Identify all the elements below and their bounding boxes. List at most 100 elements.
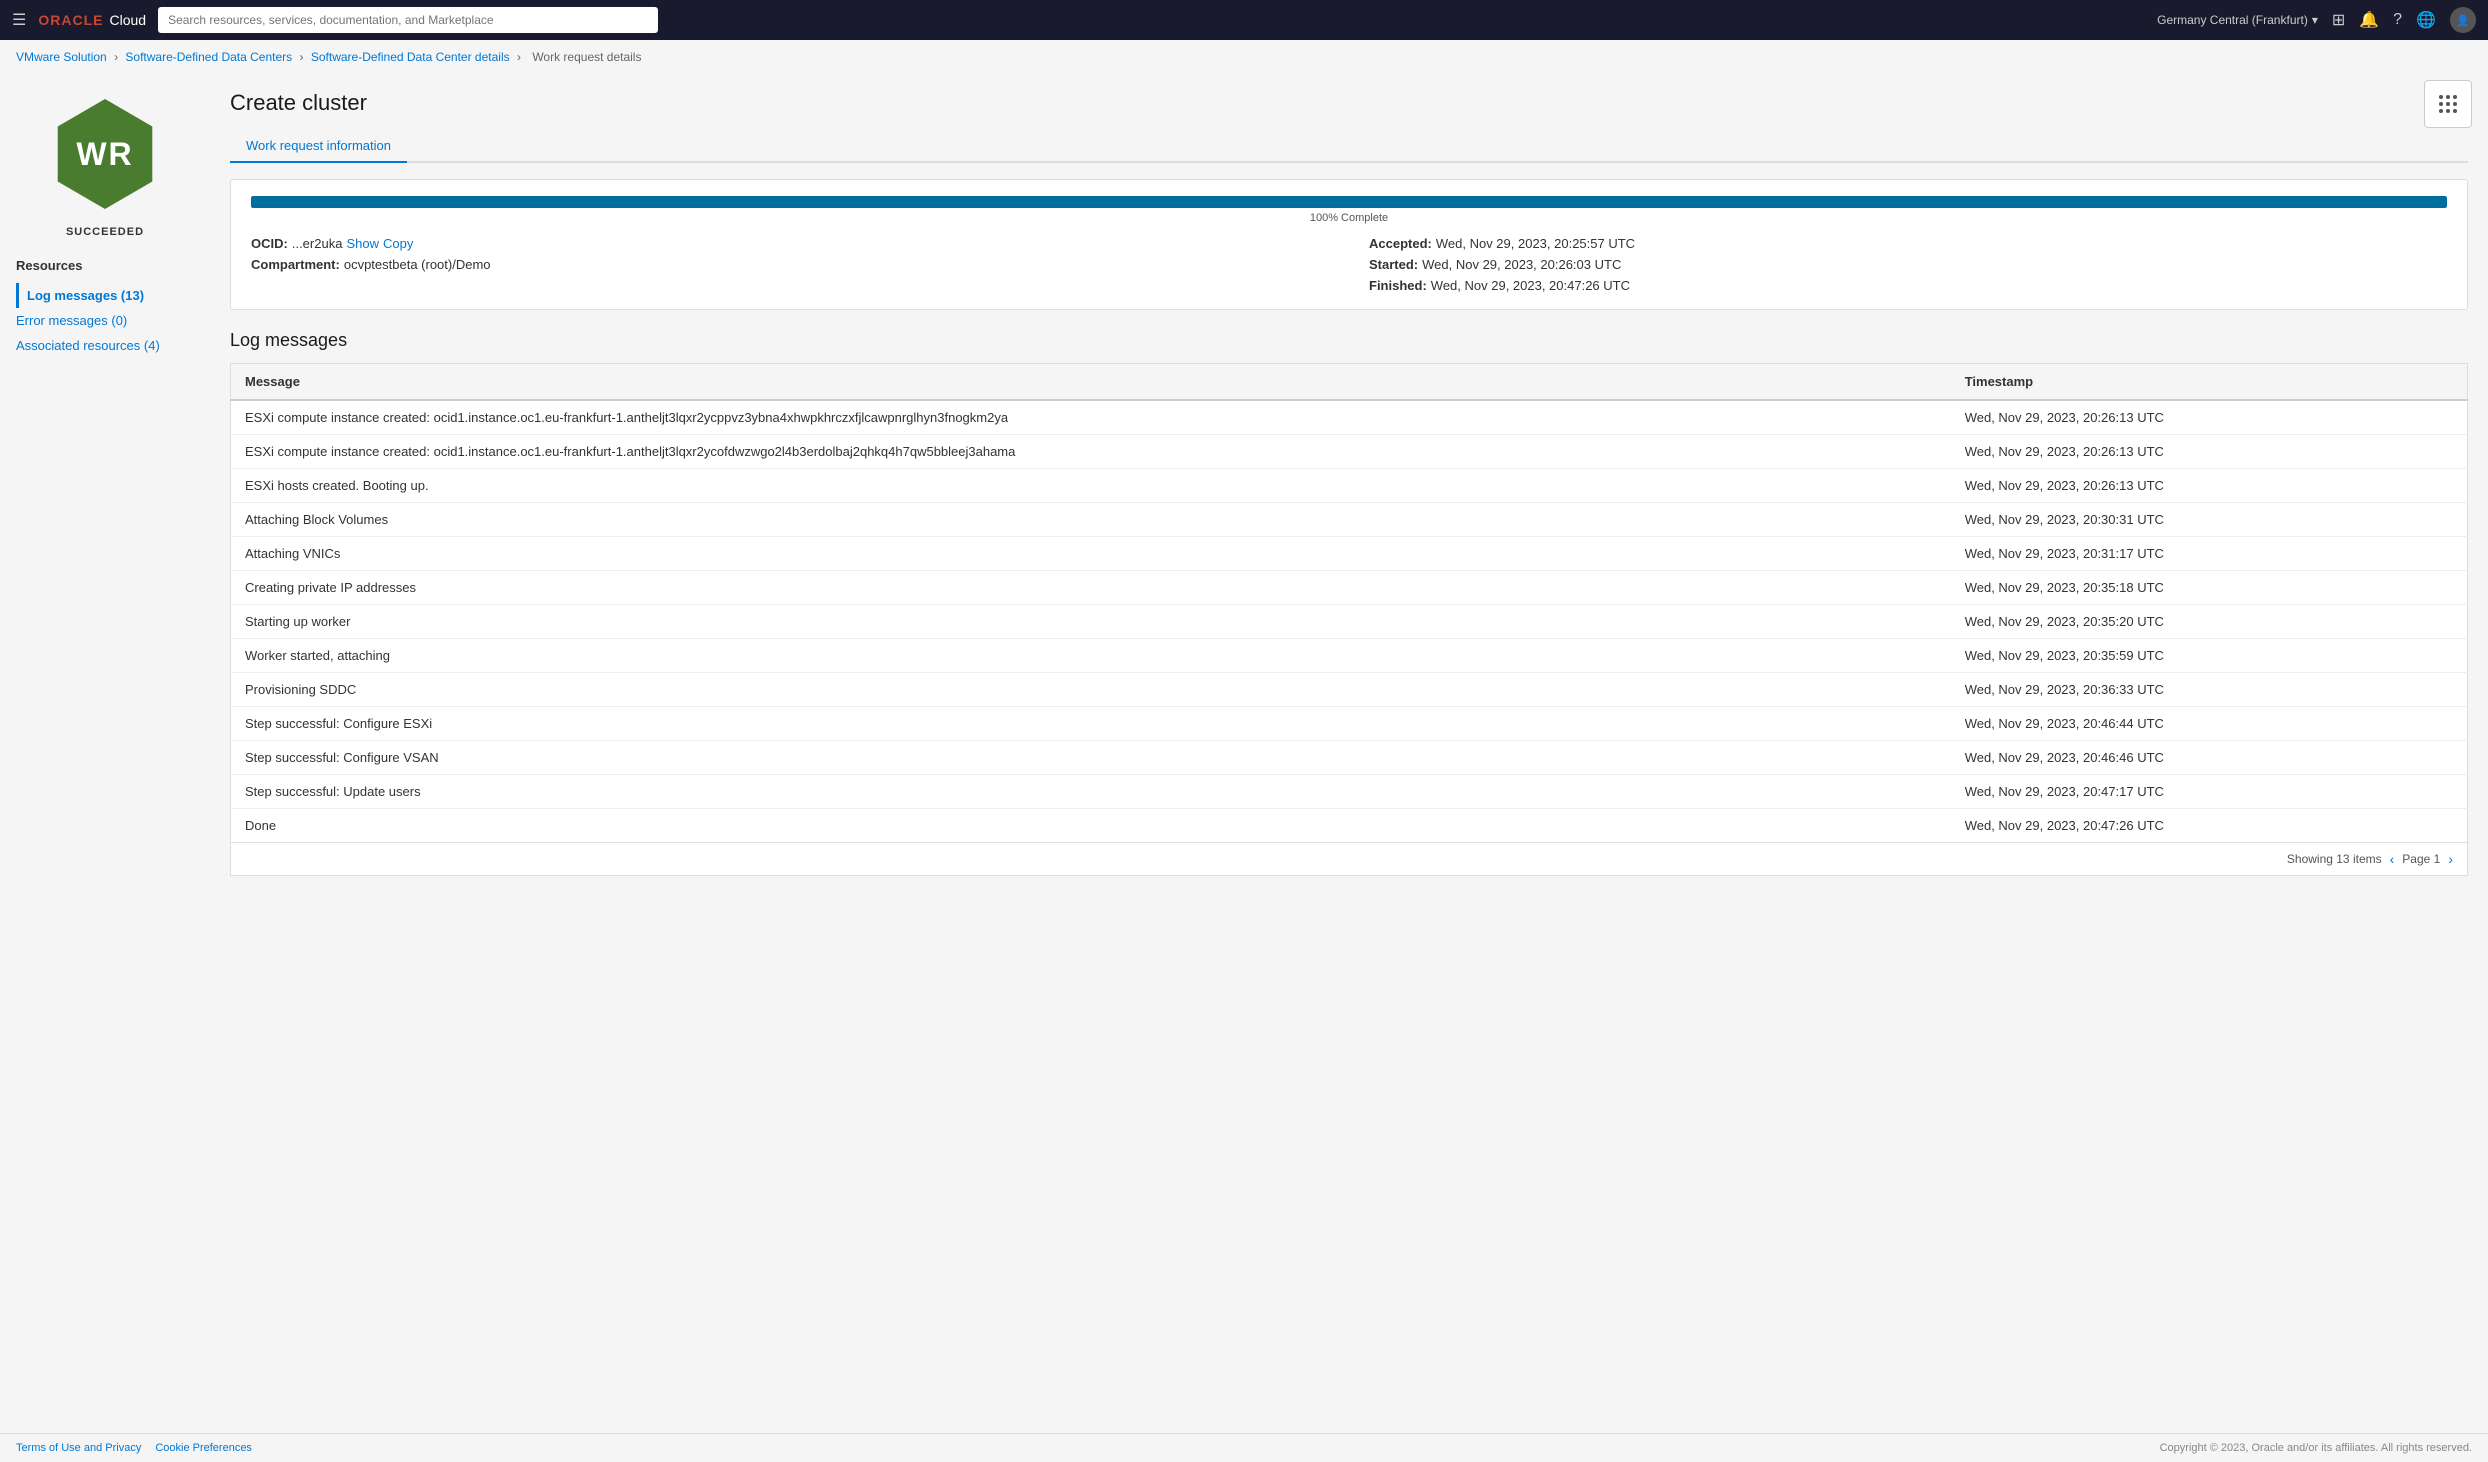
- cloud-text: Cloud: [109, 12, 146, 28]
- hamburger-icon[interactable]: ☰: [12, 10, 26, 30]
- timestamp-cell: Wed, Nov 29, 2023, 20:31:17 UTC: [1951, 537, 2468, 571]
- table-row: Done Wed, Nov 29, 2023, 20:47:26 UTC: [231, 809, 2468, 843]
- breadcrumb-sep-2: ›: [300, 50, 307, 64]
- bell-icon[interactable]: 🔔: [2359, 10, 2379, 30]
- log-messages-link[interactable]: Log messages (13): [27, 288, 144, 303]
- breadcrumb: VMware Solution › Software-Defined Data …: [0, 40, 2488, 74]
- footer-copyright: Copyright © 2023, Oracle and/or its affi…: [2160, 1442, 2472, 1454]
- dot-4: [2439, 102, 2443, 106]
- timestamp-cell: Wed, Nov 29, 2023, 20:26:13 UTC: [1951, 435, 2468, 469]
- timestamp-cell: Wed, Nov 29, 2023, 20:47:26 UTC: [1951, 809, 2468, 843]
- tab-work-request-info[interactable]: Work request information: [230, 130, 407, 163]
- page-footer: Terms of Use and Privacy Cookie Preferen…: [0, 1433, 2488, 1462]
- timestamp-cell: Wed, Nov 29, 2023, 20:36:33 UTC: [1951, 673, 2468, 707]
- status-badge: SUCCEEDED: [66, 226, 144, 238]
- oracle-logo: ORACLE Cloud: [38, 12, 146, 28]
- started-label: Started:: [1369, 257, 1418, 272]
- table-row: Step successful: Configure VSAN Wed, Nov…: [231, 741, 2468, 775]
- table-footer: Showing 13 items ‹ Page 1 ›: [230, 843, 2468, 876]
- timestamp-cell: Wed, Nov 29, 2023, 20:35:20 UTC: [1951, 605, 2468, 639]
- dot-9: [2453, 109, 2457, 113]
- dot-6: [2453, 102, 2457, 106]
- page-title: Create cluster: [230, 90, 2468, 116]
- finished-row: Finished: Wed, Nov 29, 2023, 20:47:26 UT…: [1369, 278, 2447, 293]
- message-cell: Provisioning SDDC: [231, 673, 1951, 707]
- footer-links: Terms of Use and Privacy Cookie Preferen…: [16, 1442, 252, 1454]
- dot-5: [2446, 102, 2450, 106]
- prev-page-button[interactable]: ‹: [2390, 851, 2395, 867]
- ocid-value: ...er2uka: [292, 236, 343, 251]
- timestamp-cell: Wed, Nov 29, 2023, 20:26:13 UTC: [1951, 469, 2468, 503]
- breadcrumb-sddc-list[interactable]: Software-Defined Data Centers: [125, 50, 292, 64]
- dot-3: [2453, 95, 2457, 99]
- hexagon-wrap: WR: [45, 94, 165, 214]
- breadcrumb-sep-1: ›: [114, 50, 121, 64]
- message-cell: ESXi compute instance created: ocid1.ins…: [231, 400, 1951, 435]
- error-messages-link[interactable]: Error messages (0): [16, 313, 127, 328]
- dots-grid: [2439, 95, 2458, 114]
- help-widget[interactable]: [2424, 80, 2472, 128]
- ocid-show-link[interactable]: Show: [346, 236, 379, 251]
- message-cell: Creating private IP addresses: [231, 571, 1951, 605]
- hexagon-label: WR: [76, 136, 133, 173]
- sidebar-item-error-messages[interactable]: Error messages (0): [16, 308, 194, 333]
- region-selector[interactable]: Germany Central (Frankfurt) ▾: [2157, 13, 2318, 27]
- table-row: Provisioning SDDC Wed, Nov 29, 2023, 20:…: [231, 673, 2468, 707]
- grid-icon[interactable]: ⊞: [2332, 10, 2345, 30]
- finished-label: Finished:: [1369, 278, 1427, 293]
- timestamp-cell: Wed, Nov 29, 2023, 20:35:59 UTC: [1951, 639, 2468, 673]
- breadcrumb-vmware[interactable]: VMware Solution: [16, 50, 107, 64]
- table-row: Starting up worker Wed, Nov 29, 2023, 20…: [231, 605, 2468, 639]
- table-row: Worker started, attaching Wed, Nov 29, 2…: [231, 639, 2468, 673]
- sidebar-item-log-messages[interactable]: Log messages (13): [16, 283, 194, 308]
- finished-value: Wed, Nov 29, 2023, 20:47:26 UTC: [1431, 278, 1630, 293]
- breadcrumb-sddc-detail[interactable]: Software-Defined Data Center details: [311, 50, 510, 64]
- avatar[interactable]: 👤: [2450, 7, 2476, 33]
- search-input[interactable]: [158, 7, 658, 33]
- sidebar-nav: Log messages (13) Error messages (0) Ass…: [16, 283, 194, 358]
- ocid-row: OCID: ...er2uka Show Copy: [251, 236, 1329, 251]
- dot-2: [2446, 95, 2450, 99]
- accepted-label: Accepted:: [1369, 236, 1432, 251]
- info-card: 100% Complete OCID: ...er2uka Show Copy …: [230, 179, 2468, 310]
- message-cell: Attaching Block Volumes: [231, 503, 1951, 537]
- sidebar: WR SUCCEEDED Resources Log messages (13)…: [0, 74, 210, 1433]
- accepted-row: Accepted: Wed, Nov 29, 2023, 20:25:57 UT…: [1369, 236, 2447, 251]
- message-cell: ESXi compute instance created: ocid1.ins…: [231, 435, 1951, 469]
- sidebar-item-associated-resources[interactable]: Associated resources (4): [16, 333, 194, 358]
- message-cell: Step successful: Configure ESXi: [231, 707, 1951, 741]
- ocid-copy-link[interactable]: Copy: [383, 236, 413, 251]
- table-row: Step successful: Configure ESXi Wed, Nov…: [231, 707, 2468, 741]
- table-row: ESXi compute instance created: ocid1.ins…: [231, 400, 2468, 435]
- showing-items: Showing 13 items: [2287, 852, 2382, 866]
- message-cell: Done: [231, 809, 1951, 843]
- dot-8: [2446, 109, 2450, 113]
- nav-right: Germany Central (Frankfurt) ▾ ⊞ 🔔 ? 🌐 👤: [2157, 7, 2476, 33]
- timestamp-cell: Wed, Nov 29, 2023, 20:35:18 UTC: [1951, 571, 2468, 605]
- chevron-down-icon: ▾: [2312, 13, 2318, 27]
- content-area: Create cluster Work request information …: [210, 74, 2488, 1433]
- dot-7: [2439, 109, 2443, 113]
- table-row: Step successful: Update users Wed, Nov 2…: [231, 775, 2468, 809]
- timestamp-cell: Wed, Nov 29, 2023, 20:46:46 UTC: [1951, 741, 2468, 775]
- next-page-button[interactable]: ›: [2448, 851, 2453, 867]
- message-cell: Attaching VNICs: [231, 537, 1951, 571]
- terms-link[interactable]: Terms of Use and Privacy: [16, 1442, 141, 1454]
- info-grid: OCID: ...er2uka Show Copy Accepted: Wed,…: [251, 236, 2447, 293]
- timestamp-cell: Wed, Nov 29, 2023, 20:26:13 UTC: [1951, 400, 2468, 435]
- associated-resources-link[interactable]: Associated resources (4): [16, 338, 160, 353]
- globe-icon[interactable]: 🌐: [2416, 10, 2436, 30]
- breadcrumb-sep-3: ›: [517, 50, 524, 64]
- table-row: Attaching Block Volumes Wed, Nov 29, 202…: [231, 503, 2468, 537]
- timestamp-cell: Wed, Nov 29, 2023, 20:46:44 UTC: [1951, 707, 2468, 741]
- breadcrumb-current: Work request details: [532, 50, 641, 64]
- accepted-value: Wed, Nov 29, 2023, 20:25:57 UTC: [1436, 236, 1635, 251]
- ocid-label: OCID:: [251, 236, 288, 251]
- table-row: ESXi hosts created. Booting up. Wed, Nov…: [231, 469, 2468, 503]
- cookie-link[interactable]: Cookie Preferences: [155, 1442, 252, 1454]
- started-value: Wed, Nov 29, 2023, 20:26:03 UTC: [1422, 257, 1621, 272]
- message-cell: Starting up worker: [231, 605, 1951, 639]
- top-navigation: ☰ ORACLE Cloud Germany Central (Frankfur…: [0, 0, 2488, 40]
- timestamp-cell: Wed, Nov 29, 2023, 20:30:31 UTC: [1951, 503, 2468, 537]
- help-icon[interactable]: ?: [2393, 11, 2402, 29]
